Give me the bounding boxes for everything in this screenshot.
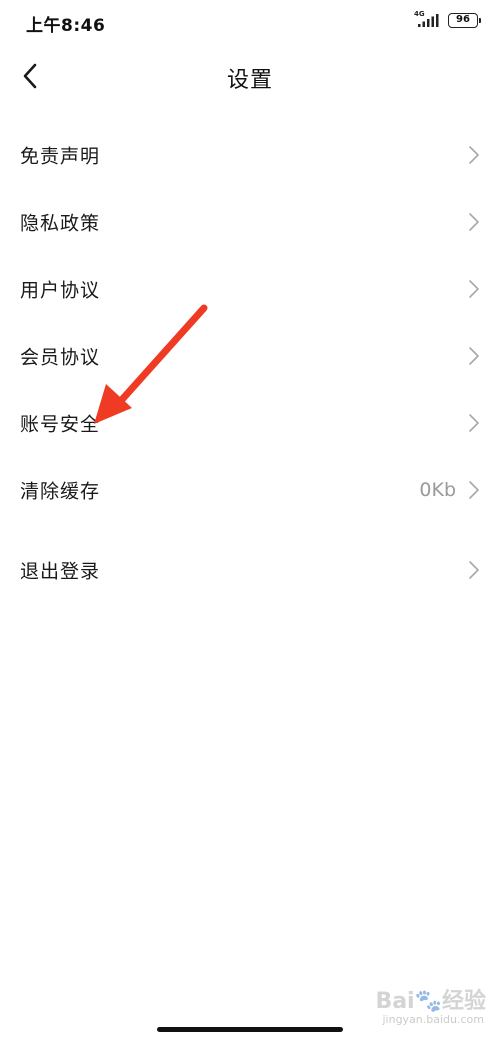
- settings-item-label: 免责声明: [20, 145, 101, 167]
- settings-item-clear-cache[interactable]: 清除缓存 0Kb: [0, 456, 500, 523]
- settings-item-privacy-policy[interactable]: 隐私政策: [0, 188, 500, 255]
- settings-item-label: 隐私政策: [20, 212, 101, 234]
- settings-item-label: 用户协议: [20, 279, 101, 301]
- chevron-right-icon: [469, 413, 479, 432]
- cellular-signal-icon: 4G: [414, 10, 440, 28]
- settings-item-label: 账号安全: [20, 413, 101, 435]
- status-time: 上午8:46: [26, 16, 106, 36]
- battery-icon: 96: [448, 12, 481, 28]
- cache-size-value: 0Kb: [419, 478, 456, 501]
- page-title: 设置: [226, 68, 273, 93]
- settings-item-user-agreement[interactable]: 用户协议: [0, 255, 500, 322]
- settings-item-label: 会员协议: [20, 346, 101, 368]
- chevron-right-icon: [469, 560, 479, 579]
- settings-item-label: 退出登录: [20, 560, 101, 582]
- chevron-right-icon: [469, 145, 479, 164]
- settings-item-logout[interactable]: 退出登录: [0, 536, 500, 603]
- battery-level: 96: [456, 14, 470, 25]
- battery-tip: [478, 17, 481, 23]
- watermark-url: jingyan.baidu.com: [382, 1013, 484, 1026]
- status-icons: 4G 96: [414, 10, 481, 28]
- home-indicator[interactable]: [157, 1027, 343, 1032]
- header: 设置: [0, 48, 500, 104]
- settings-item-disclaimer[interactable]: 免责声明: [0, 121, 500, 188]
- settings-list: 免责声明 隐私政策 用户协议 会员协议 账号安全 清除缓存 0Kb 退出登录: [0, 121, 500, 603]
- status-bar: 上午8:46 4G 96: [0, 0, 500, 44]
- chevron-right-icon: [469, 212, 479, 231]
- watermark-logo: Bai🐾经验: [375, 989, 486, 1014]
- chevron-right-icon: [469, 279, 479, 298]
- chevron-right-icon: [469, 346, 479, 365]
- settings-item-member-agreement[interactable]: 会员协议: [0, 322, 500, 389]
- watermark: Bai🐾经验 jingyan.baidu.com: [346, 983, 486, 1031]
- chevron-right-icon: [469, 480, 479, 499]
- settings-item-label: 清除缓存: [20, 480, 101, 502]
- settings-item-account-security[interactable]: 账号安全: [0, 389, 500, 456]
